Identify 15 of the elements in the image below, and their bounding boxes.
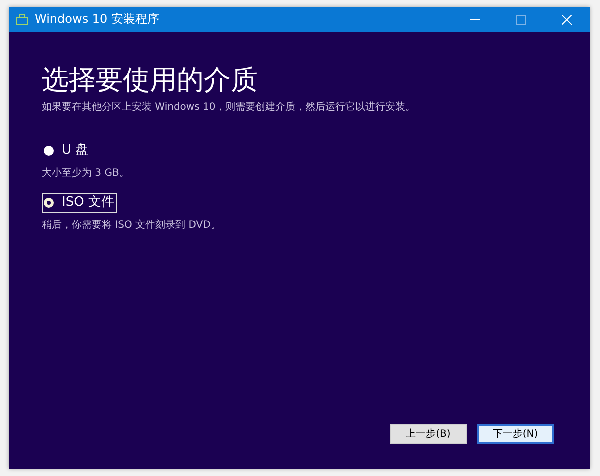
maximize-icon [516,14,526,24]
media-option[interactable]: U 盘 [42,141,92,161]
media-option[interactable]: ISO 文件 [42,193,118,213]
back-button[interactable]: 上一步(B) [390,424,467,444]
window-title: Windows 10 安装程序 [35,11,160,28]
option-description: 稍后，你需要将 ISO 文件刻录到 DVD。 [42,219,222,233]
radio-button[interactable] [44,198,54,208]
page-description: 如果要在其他分区上安装 Windows 10，则需要创建介质，然后运行它以进行安装。 [42,101,417,115]
close-icon [562,14,572,24]
next-button[interactable]: 下一步(N) [477,424,554,444]
minimize-icon [470,19,480,20]
option-description: 大小至少为 3 GB。 [42,167,130,181]
app-icon [16,14,29,26]
page-heading: 选择要使用的介质 [42,64,259,98]
radio-button[interactable] [44,146,54,156]
